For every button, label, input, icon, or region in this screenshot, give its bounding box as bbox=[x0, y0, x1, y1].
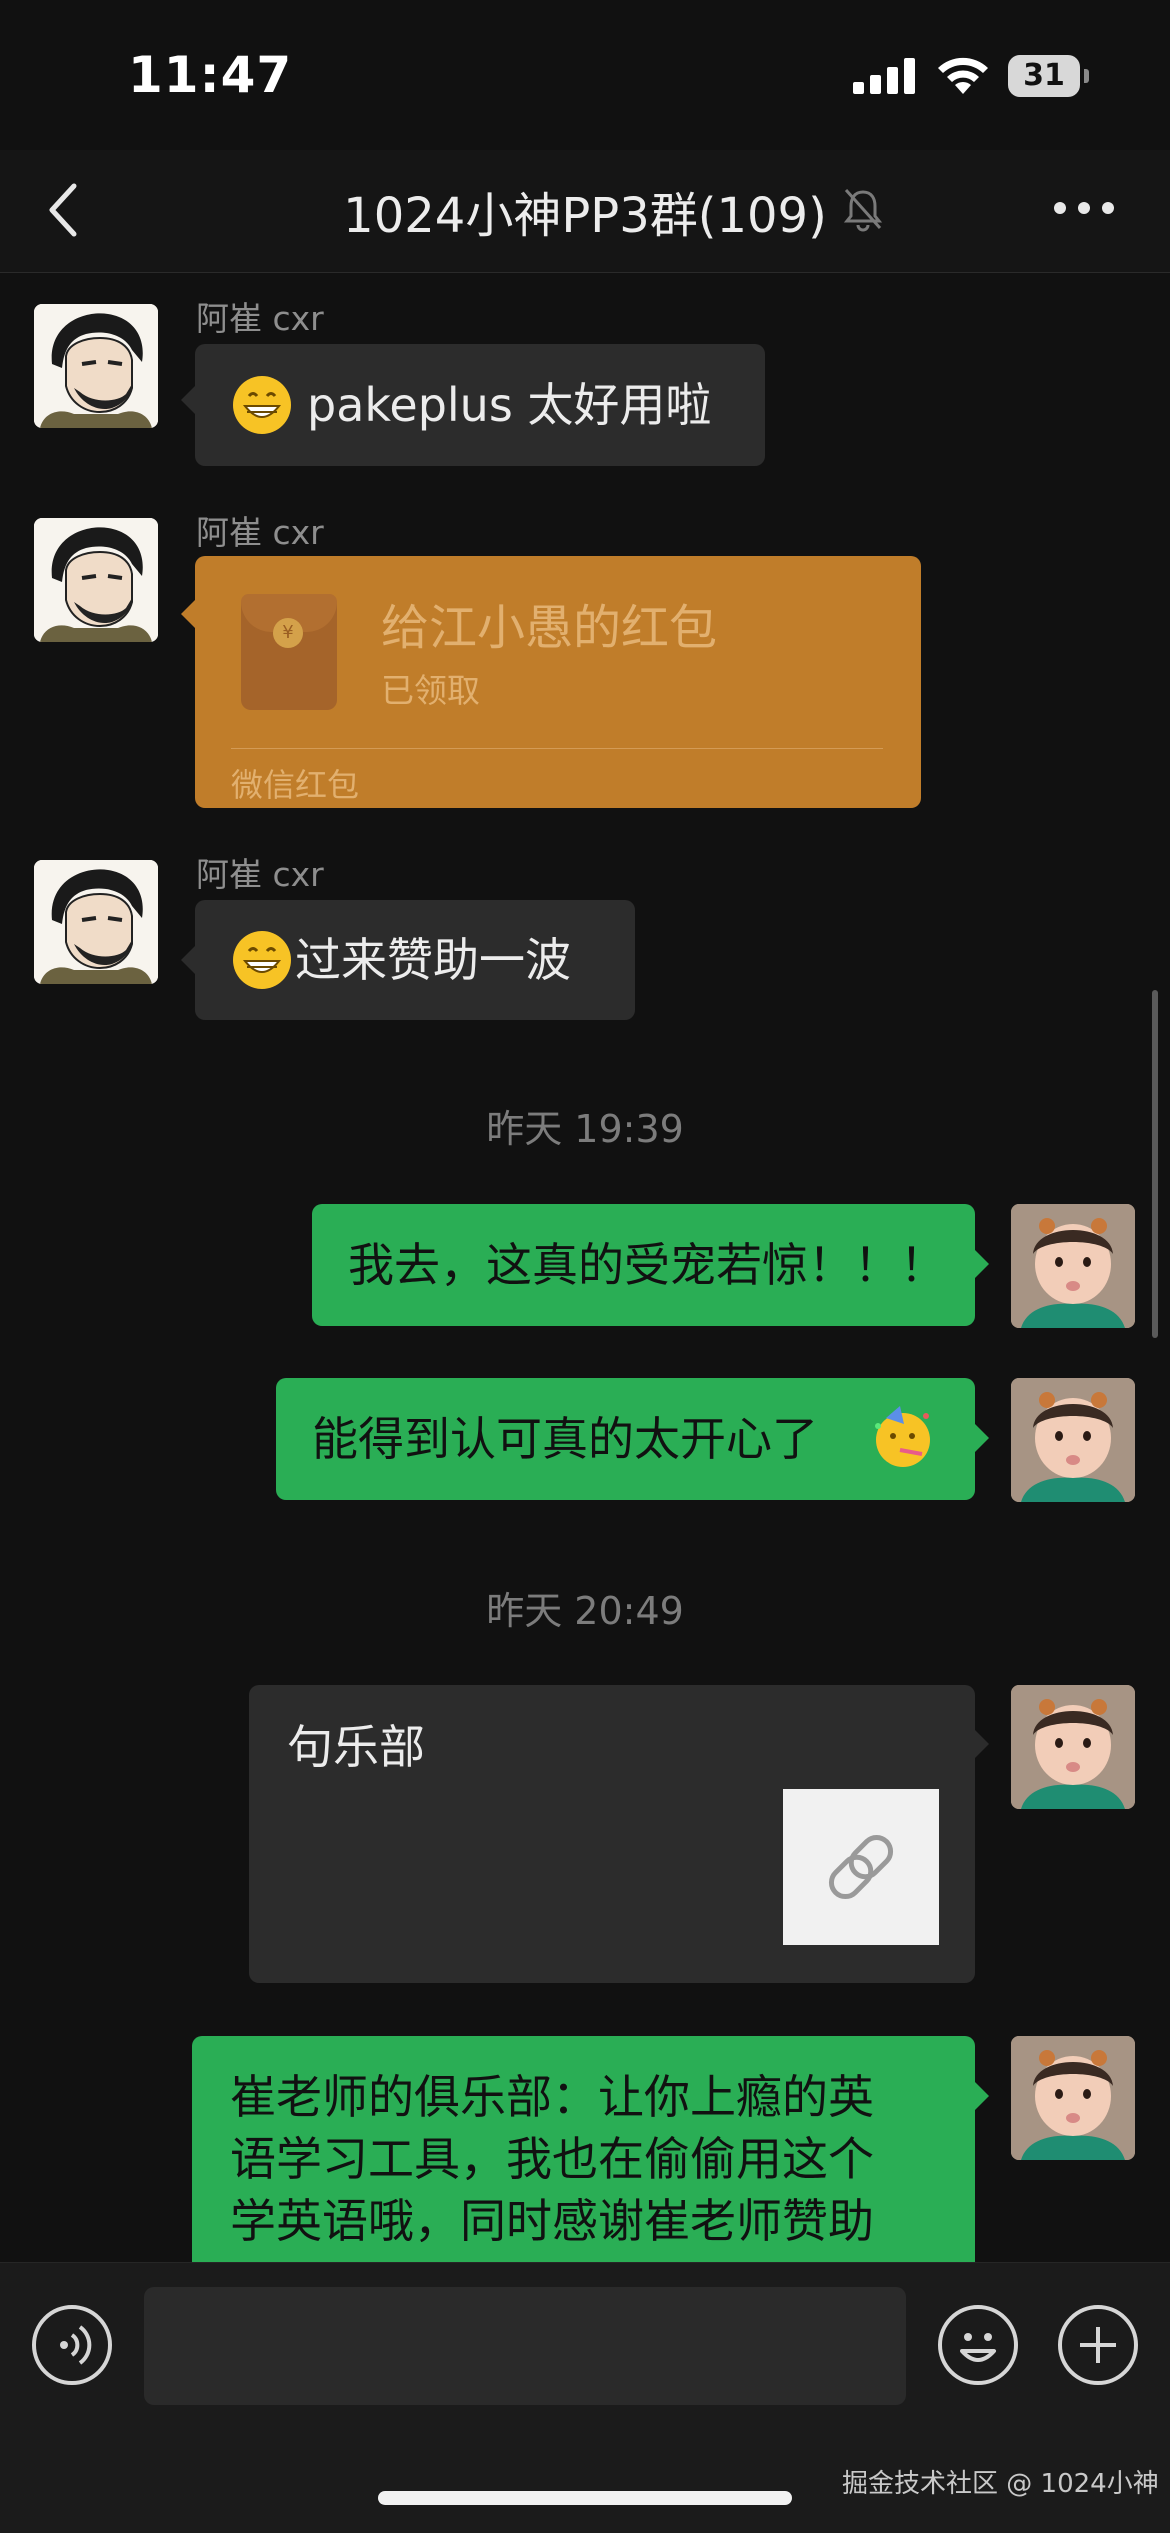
back-icon[interactable] bbox=[44, 180, 84, 240]
message-bubble[interactable]: 能得到认可真的太开心了 bbox=[276, 1378, 975, 1500]
avatar[interactable] bbox=[34, 518, 158, 642]
red-packet-title: 给江小愚的红包 bbox=[381, 600, 718, 656]
plus-icon bbox=[1080, 2327, 1116, 2363]
avatar[interactable] bbox=[1011, 1685, 1135, 1809]
link-card[interactable]: 句乐部 bbox=[249, 1685, 975, 1983]
avatar[interactable] bbox=[1011, 1378, 1135, 1502]
link-card-title: 句乐部 bbox=[287, 1720, 425, 1774]
status-time: 11:47 bbox=[128, 46, 293, 104]
avatar[interactable] bbox=[34, 304, 158, 428]
message-input[interactable] bbox=[144, 2287, 906, 2405]
battery-level: 31 bbox=[1023, 58, 1065, 93]
wifi-icon bbox=[938, 57, 988, 94]
sender-name: 阿崔 cxr bbox=[196, 855, 324, 894]
message-text: 崔老师的俱乐部：让你上瘾的英 语学习工具，我也在偷偷用这个 学英语哦，同时感谢崔… bbox=[230, 2066, 874, 2252]
more-actions-button[interactable] bbox=[1058, 2305, 1138, 2385]
man-avatar-icon bbox=[34, 860, 158, 984]
message-bubble[interactable]: 我去，这真的受宠若惊！！！ bbox=[312, 1204, 975, 1326]
status-bar: 11:47 31 bbox=[0, 0, 1170, 150]
battery-icon: 31 bbox=[1008, 55, 1089, 97]
grinning-emoji-icon bbox=[233, 376, 291, 434]
avatar[interactable] bbox=[34, 860, 158, 984]
man-avatar-icon bbox=[34, 518, 158, 642]
voice-icon bbox=[60, 2325, 92, 2365]
cellular-signal-icon bbox=[853, 58, 915, 94]
message-line: 学英语哦，同时感谢崔老师赞助 bbox=[230, 2194, 874, 2248]
chat-title[interactable]: 1024小神PP3群(109) bbox=[280, 176, 890, 246]
message-line: 语学习工具，我也在偷偷用这个 bbox=[230, 2132, 874, 2186]
link-thumbnail bbox=[783, 1789, 939, 1945]
sender-name: 阿崔 cxr bbox=[196, 299, 324, 338]
home-indicator[interactable] bbox=[378, 2491, 792, 2505]
red-packet-card[interactable]: ¥ 给江小愚的红包 已领取 微信红包 bbox=[195, 556, 921, 808]
message-text: 能得到认可真的太开心了 bbox=[312, 1412, 818, 1466]
input-bar: 掘金技术社区 @ 1024小神 bbox=[0, 2262, 1170, 2533]
message-line: 崔老师的俱乐部：让你上瘾的英 bbox=[230, 2070, 874, 2124]
watermark: 掘金技术社区 @ 1024小神 bbox=[842, 2469, 1159, 2499]
timestamp: 昨天 20:49 bbox=[486, 1589, 684, 1633]
child-avatar-icon bbox=[1011, 1378, 1135, 1502]
partying-face-emoji-icon bbox=[875, 1406, 930, 1467]
child-avatar-icon bbox=[1011, 1204, 1135, 1328]
avatar[interactable] bbox=[1011, 1204, 1135, 1328]
avatar[interactable] bbox=[1011, 2036, 1135, 2160]
emoji-button[interactable] bbox=[938, 2305, 1018, 2385]
more-icon[interactable] bbox=[1052, 200, 1116, 216]
message-text: pakeplus 太好用啦 bbox=[307, 378, 712, 432]
man-avatar-icon bbox=[34, 304, 158, 428]
child-avatar-icon bbox=[1011, 2036, 1135, 2160]
red-packet-footer: 微信红包 bbox=[231, 766, 360, 804]
message-bubble[interactable]: pakeplus 太好用啦 bbox=[195, 344, 765, 466]
message-text: 过来赞助一波 bbox=[295, 933, 571, 987]
child-avatar-icon bbox=[1011, 1685, 1135, 1809]
red-packet-status: 已领取 bbox=[381, 671, 480, 710]
message-text: 我去，这真的受宠若惊！！！ bbox=[348, 1238, 946, 1292]
scrollbar[interactable] bbox=[1152, 990, 1158, 1338]
sender-name: 阿崔 cxr bbox=[196, 513, 324, 552]
timestamp: 昨天 19:39 bbox=[486, 1107, 684, 1151]
voice-button[interactable] bbox=[32, 2305, 112, 2385]
link-icon bbox=[828, 1834, 894, 1900]
grinning-emoji-icon bbox=[233, 931, 291, 989]
mute-bell-icon bbox=[843, 188, 883, 232]
red-packet-icon: ¥ bbox=[241, 594, 337, 710]
smiley-icon bbox=[960, 2333, 996, 2362]
message-bubble[interactable]: 过来赞助一波 bbox=[195, 900, 635, 1020]
chat-header: 1024小神PP3群(109) bbox=[0, 150, 1170, 273]
